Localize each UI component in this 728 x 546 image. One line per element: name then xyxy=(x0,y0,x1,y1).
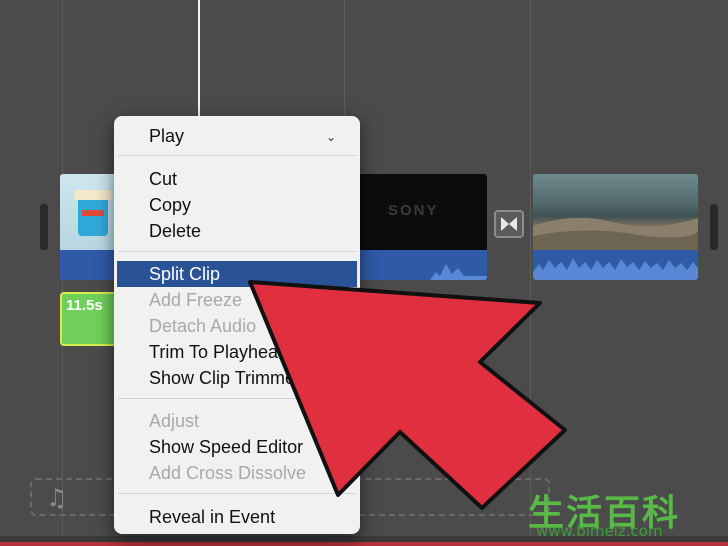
site-watermark: 生活百科 www.bimeiz.com xyxy=(522,484,718,542)
watermark-url: www.bimeiz.com xyxy=(536,522,663,540)
pointer-arrow-icon xyxy=(248,280,567,510)
imovie-timeline: SONY 11.5s ♫ Play ⌄ Cut Copy Delete Spli… xyxy=(0,0,728,546)
